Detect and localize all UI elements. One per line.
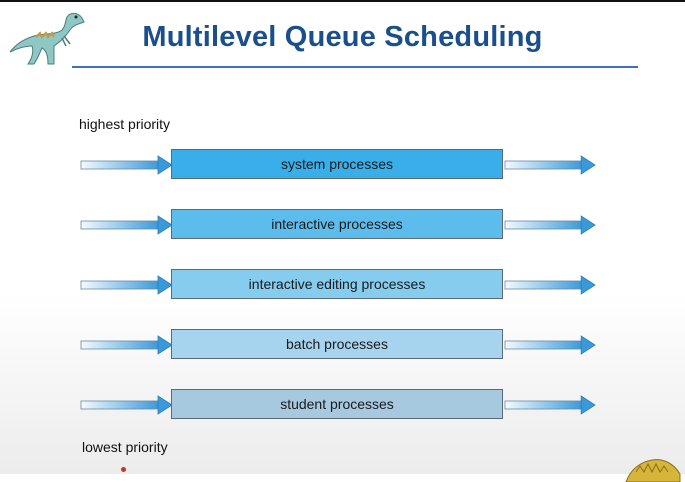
queue-box: student processes xyxy=(171,389,503,419)
outgoing-arrow-icon xyxy=(504,155,596,175)
queue-box: interactive processes xyxy=(171,209,503,239)
queue-box: system processes xyxy=(171,149,503,179)
top-border xyxy=(0,0,685,2)
outgoing-arrow-icon xyxy=(504,275,596,295)
incoming-arrow-icon xyxy=(80,395,173,415)
queue-box: batch processes xyxy=(171,329,503,359)
outgoing-arrow-icon xyxy=(504,395,596,415)
queue-row: student processes xyxy=(80,389,600,421)
queue-row: interactive editing processes xyxy=(80,269,600,301)
queue-box: interactive editing processes xyxy=(171,269,503,299)
queue-row: interactive processes xyxy=(80,209,600,241)
title-underline xyxy=(72,66,638,68)
cursor-dot xyxy=(121,467,126,472)
lowest-priority-label: lowest priority xyxy=(82,439,168,455)
incoming-arrow-icon xyxy=(80,335,173,355)
slide-title: Multilevel Queue Scheduling xyxy=(142,21,543,53)
outgoing-arrow-icon xyxy=(504,215,596,235)
dinosaur-corner-icon xyxy=(625,459,681,482)
queue-row: system processes xyxy=(80,149,600,181)
incoming-arrow-icon xyxy=(80,215,173,235)
incoming-arrow-icon xyxy=(80,275,173,295)
highest-priority-label: highest priority xyxy=(79,116,171,132)
queue-row: batch processes xyxy=(80,329,600,361)
outgoing-arrow-icon xyxy=(504,335,596,355)
incoming-arrow-icon xyxy=(80,155,173,175)
